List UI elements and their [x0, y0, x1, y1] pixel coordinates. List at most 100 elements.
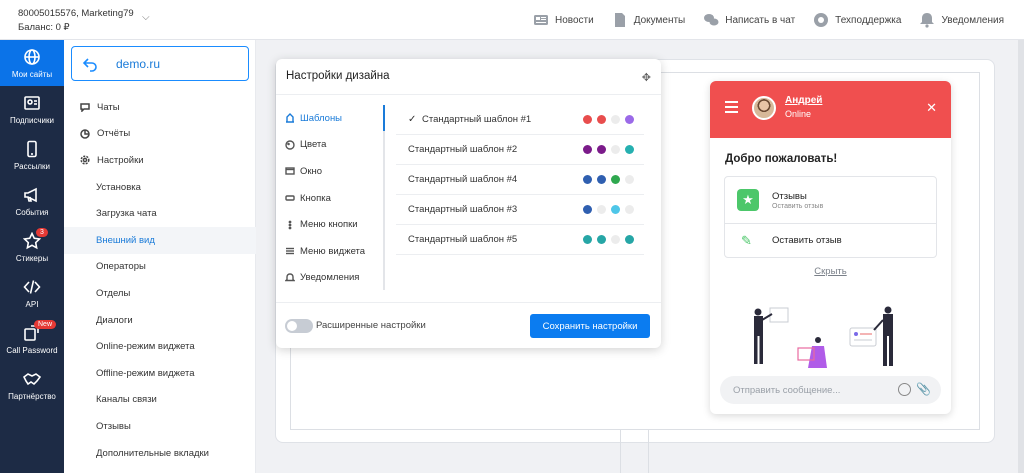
color-swatch [611, 175, 620, 184]
template-row[interactable]: Стандартный шаблон #3 [396, 195, 644, 225]
tab-widget-menu[interactable]: Меню виджета [276, 238, 386, 265]
leave-review-link[interactable]: Оставить отзыв [772, 235, 842, 246]
chat-icon [704, 14, 719, 26]
move-icon[interactable]: ✥ [642, 71, 651, 84]
nav-api[interactable]: API [0, 270, 64, 316]
menu-item-settings[interactable]: Настройки [64, 147, 256, 174]
tab-label: Уведомления [300, 272, 360, 284]
save-settings-button[interactable]: Сохранить настройки [530, 314, 650, 338]
menu-item-label: Отчёты [97, 128, 131, 140]
paperclip-icon[interactable]: 📎 [916, 382, 931, 396]
topnav-news[interactable]: Новости [533, 12, 594, 28]
template-list: ✓ Стандартный шаблон #1 Стандартный шаблон… [396, 105, 644, 255]
tab-colors[interactable]: Цвета [276, 132, 386, 159]
hide-link[interactable]: Скрыть [710, 266, 951, 277]
color-swatch [597, 145, 606, 154]
tab-button-menu[interactable]: Меню кнопки [276, 211, 386, 238]
color-swatch [597, 205, 606, 214]
tab-button[interactable]: Кнопка [276, 185, 386, 212]
nav-call-password[interactable]: Call Password New [0, 316, 64, 362]
kebab-icon [288, 220, 292, 230]
template-row[interactable]: Стандартный шаблон #4 [396, 165, 644, 195]
template-label: Стандартный шаблон #5 [408, 234, 518, 245]
nav-mailings[interactable]: Рассылки [0, 132, 64, 178]
menu-item-appearance[interactable]: Внешний вид [64, 226, 256, 254]
back-arrow-icon[interactable] [82, 56, 98, 72]
template-row[interactable]: ✓ Стандартный шаблон #1 [396, 105, 644, 135]
color-swatch [625, 235, 634, 244]
menu-item-operators[interactable]: Операторы [64, 254, 256, 281]
menu-item-offline-mode[interactable]: Offline-режим виджета [64, 360, 256, 387]
template-row[interactable]: Стандартный шаблон #2 [396, 135, 644, 165]
site-domain: demo.ru [116, 56, 161, 71]
menu-item-reviews[interactable]: Отзывы [64, 413, 256, 440]
advanced-settings-toggle[interactable] [285, 319, 313, 333]
avatar [752, 96, 776, 120]
menu-icon[interactable] [725, 101, 738, 116]
menu-item-chats[interactable]: Чаты [64, 94, 256, 121]
menu-item-reports[interactable]: Отчёты [64, 121, 256, 148]
tab-templates[interactable]: Шаблоны [276, 105, 386, 132]
nav-partnership[interactable]: Партнёрство [0, 362, 64, 408]
menu-item-dialogs[interactable]: Диалоги [64, 307, 256, 334]
news-icon [533, 15, 548, 25]
tab-label: Цвета [300, 139, 327, 151]
bell-icon [920, 13, 935, 28]
template-label: Стандартный шаблон #4 [408, 174, 518, 185]
account-info[interactable]: 80005015576, Marketing79 Баланс: 0 ₽ [18, 7, 134, 35]
color-swatch [611, 145, 620, 154]
close-icon[interactable]: ✕ [926, 100, 937, 116]
color-swatch [583, 205, 592, 214]
operator-name[interactable]: Андрей [785, 95, 822, 106]
template-color-swatches [583, 235, 634, 244]
site-selector[interactable]: demo.ru [71, 46, 249, 81]
top-bar: 80005015576, Marketing79 Баланс: 0 ₽ ⌵ Н… [0, 0, 1024, 40]
menu-item-label: Чаты [97, 101, 120, 113]
megaphone-icon [24, 187, 37, 202]
chevron-down-icon[interactable]: ⌵ [142, 12, 150, 23]
tab-label: Меню виджета [300, 245, 366, 257]
topnav-documents-label: Документы [633, 14, 686, 26]
emoji-icon[interactable] [898, 383, 911, 396]
menu-item-extra-tabs[interactable]: Дополнительные вкладки [64, 440, 256, 467]
tab-label: Меню кнопки [300, 219, 358, 231]
star-icon: ★ [737, 189, 759, 211]
code-icon [23, 279, 41, 294]
nav-events[interactable]: События [0, 178, 64, 224]
menu-item-channels[interactable]: Каналы связи [64, 387, 256, 414]
menu-item-install[interactable]: Установка [64, 174, 256, 201]
topnav-chat[interactable]: Написать в чат [703, 12, 795, 28]
nav-stickers[interactable]: Стикеры 3 [0, 224, 64, 270]
template-row[interactable]: Стандартный шаблон #5 [396, 225, 644, 255]
menu-item-online-mode[interactable]: Online-режим виджета [64, 333, 256, 360]
divider [276, 94, 661, 95]
nav-partnership-label: Партнёрство [8, 391, 56, 401]
check-icon: ✓ [408, 114, 417, 125]
pie-icon [80, 129, 90, 139]
chat-widget-preview: Андрей Online ✕ Добро пожаловать! ★ Отзы… [710, 81, 951, 414]
color-swatch [583, 145, 592, 154]
reviews-item[interactable]: ★ Отзывы Оставить отзыв [725, 177, 936, 224]
welcome-title: Добро пожаловать! [725, 153, 838, 165]
divider [276, 302, 661, 303]
tab-notifications[interactable]: Уведомления [276, 265, 386, 292]
panel-title: Настройки дизайна [286, 70, 390, 82]
window-icon [285, 167, 295, 176]
message-input[interactable]: Отправить сообщение... 📎 [720, 376, 941, 404]
menu-item-chat-loading[interactable]: Загрузка чата [64, 200, 256, 227]
menu-item-departments[interactable]: Отделы [64, 280, 256, 307]
operator-status: Online [785, 109, 812, 119]
template-label: Стандартный шаблон #3 [408, 204, 518, 215]
nav-subscribers[interactable]: Подписчики [0, 86, 64, 132]
page-scrollbar[interactable] [1018, 40, 1024, 473]
topnav-support[interactable]: Техподдержка [813, 12, 901, 28]
tab-window[interactable]: Окно [276, 158, 386, 185]
nav-my-sites[interactable]: Мои сайты [0, 40, 64, 86]
support-icon [814, 13, 829, 27]
topnav-documents[interactable]: Документы [612, 12, 686, 28]
main-nav: Мои сайты Подписчики Рассылки События Ст… [0, 40, 64, 473]
gear-icon [80, 155, 90, 166]
topnav-notifications[interactable]: Уведомления [919, 12, 1004, 28]
topnav-support-label: Техподдержка [835, 14, 902, 26]
template-label: Стандартный шаблон #1 [422, 114, 532, 125]
